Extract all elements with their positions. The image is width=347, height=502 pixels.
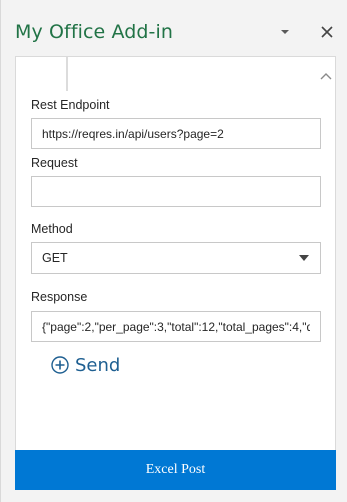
send-label: Send	[75, 354, 121, 376]
addin-content: Rest Endpoint Request Method GET Respons…	[15, 56, 336, 450]
scroll-up-button[interactable]	[319, 71, 333, 81]
response-label: Response	[31, 290, 88, 304]
rest-endpoint-label: Rest Endpoint	[31, 98, 110, 112]
pane-title: My Office Add-in	[15, 21, 174, 43]
send-button[interactable]: Send	[51, 352, 120, 378]
rest-endpoint-input[interactable]	[31, 118, 321, 149]
dropdown-arrow-icon	[299, 255, 309, 261]
pane-close-button[interactable]	[318, 23, 336, 41]
request-label: Request	[31, 156, 78, 170]
task-pane-header: My Office Add-in	[1, 0, 347, 56]
method-selected-value: GET	[42, 251, 68, 265]
chevron-down-icon	[281, 30, 289, 34]
plus-circle-icon	[51, 356, 69, 374]
pane-menu-button[interactable]	[277, 25, 293, 39]
method-label: Method	[31, 222, 73, 236]
close-icon	[321, 26, 333, 38]
divider	[66, 57, 68, 91]
chevron-up-icon	[320, 73, 332, 80]
request-input[interactable]	[31, 176, 321, 207]
method-select[interactable]: GET	[31, 242, 321, 274]
response-output[interactable]	[31, 311, 321, 342]
task-pane: My Office Add-in Rest Endpoint Request M…	[0, 0, 347, 502]
excel-post-button[interactable]: Excel Post	[15, 450, 336, 490]
